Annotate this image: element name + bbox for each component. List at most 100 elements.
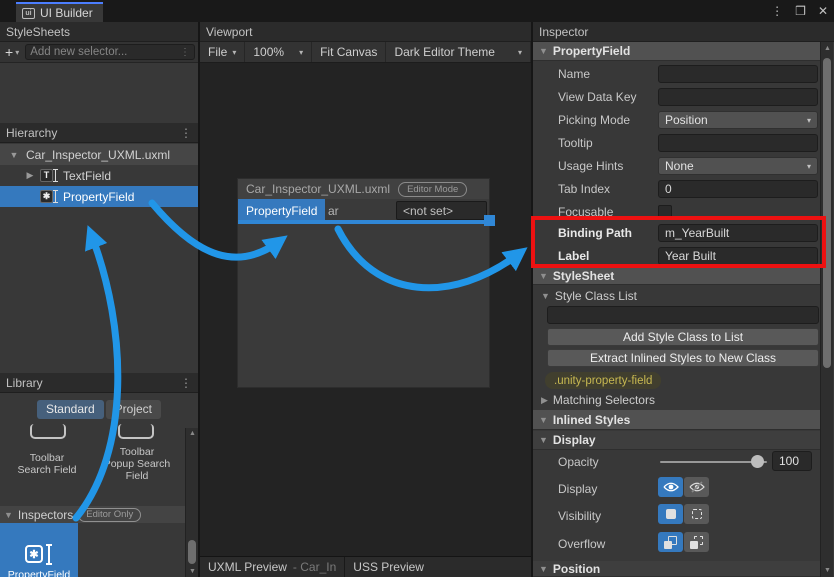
scroll-down-icon[interactable]: ▼	[186, 568, 199, 575]
ibeam-icon	[55, 169, 58, 182]
tab-standard[interactable]: Standard	[37, 400, 104, 419]
hierarchy-menu-icon[interactable]: ⋮	[180, 126, 192, 140]
file-menu[interactable]: File ▾	[200, 42, 245, 62]
red-highlight-box	[531, 216, 826, 268]
section-propertyfield[interactable]: ▼ PropertyField	[533, 42, 820, 61]
propertyfield-tile-icon: ✱	[24, 543, 54, 569]
visibility-hidden-toggle[interactable]	[684, 504, 709, 524]
viewport-toolbar: File ▾ 100% ▾ Fit Canvas Dark Editor The…	[200, 42, 531, 63]
scrollbar-thumb[interactable]	[188, 540, 196, 564]
tree-row-root[interactable]: ▼ Car_Inspector_UXML.uxml	[0, 144, 198, 165]
row-visibility: Visibility	[533, 506, 820, 526]
selection-resize-handle[interactable]	[484, 215, 495, 226]
library-tile-propertyfield[interactable]: ✱ PropertyField	[0, 523, 78, 577]
canvas[interactable]: Car_Inspector_UXML.uxml Editor Mode Prop…	[237, 178, 490, 388]
inspectors-category-label: Inspectors	[18, 508, 73, 522]
tree-row-textfield[interactable]: ▶ T TextField	[0, 165, 198, 186]
visibility-visible-toggle[interactable]	[658, 504, 683, 524]
tab-index-input[interactable]: 0	[658, 180, 818, 198]
name-input[interactable]	[658, 65, 818, 83]
section-display-label: Display	[553, 433, 596, 447]
matching-selectors-foldout[interactable]: ▶ Matching Selectors	[533, 391, 820, 409]
add-style-class-button[interactable]: Add Style Class to List	[547, 328, 819, 346]
element-value-field[interactable]: <not set>	[396, 201, 487, 220]
editor-only-badge: Editor Only	[78, 508, 141, 522]
tree-row-propertyfield[interactable]: ✱ PropertyField	[0, 186, 198, 207]
library-item-label: Search Field	[4, 464, 90, 476]
section-position[interactable]: ▼ Position	[533, 561, 820, 577]
window-menu-icon[interactable]: ⋮	[771, 4, 783, 18]
row-opacity: Opacity 100	[533, 452, 820, 472]
foldout-closed-icon: ▶	[541, 395, 548, 406]
view-data-key-label: View Data Key	[558, 90, 637, 104]
plus-icon: +	[5, 44, 13, 60]
usage-hints-dropdown[interactable]: None ▾	[658, 157, 818, 175]
picking-mode-dropdown[interactable]: Position ▾	[658, 111, 818, 129]
library-menu-icon[interactable]: ⋮	[180, 376, 192, 390]
ui-builder-icon: ui	[22, 8, 35, 19]
class-pill-unity-property-field[interactable]: .unity-property-field	[545, 372, 661, 389]
file-menu-label: File	[208, 45, 227, 59]
eye-off-icon	[689, 481, 705, 493]
canvas-header[interactable]: Car_Inspector_UXML.uxml Editor Mode	[238, 179, 489, 199]
opacity-slider-knob[interactable]	[751, 455, 764, 468]
maximize-icon[interactable]: ❒	[795, 4, 806, 18]
canvas-element-row[interactable]: PropertyField ar <not set>	[238, 199, 489, 222]
scroll-down-icon[interactable]: ▼	[821, 567, 834, 574]
foldout-closed-icon[interactable]: ▶	[24, 170, 36, 181]
zoom-level-value: 100%	[253, 45, 284, 59]
selector-placeholder: Add new selector...	[30, 46, 127, 58]
picking-mode-value: Position	[665, 113, 708, 127]
tree-root-label: Car_Inspector_UXML.uxml	[26, 148, 170, 162]
overflow-visible-toggle[interactable]	[658, 532, 683, 552]
toolbar-popup-search-field-icon[interactable]	[118, 424, 154, 439]
opacity-value-input[interactable]: 100	[772, 451, 812, 471]
foldout-open-icon: ▼	[539, 564, 548, 574]
theme-dropdown[interactable]: Dark Editor Theme ▾	[386, 42, 531, 62]
view-data-key-input[interactable]	[658, 88, 818, 106]
library-item-toolbar-popup-search-field[interactable]: Toolbar Popup Search Field	[94, 446, 180, 482]
tab-uxml-preview[interactable]: UXML Preview - Car_In	[200, 557, 344, 577]
add-selector-button[interactable]: + ▾	[3, 44, 21, 60]
inspectors-category-header[interactable]: ▼ Inspectors Editor Only	[0, 506, 185, 523]
tab-project[interactable]: Project	[106, 400, 161, 419]
caret-down-icon: ▾	[807, 116, 811, 125]
display-visible-toggle[interactable]	[658, 477, 683, 497]
zoom-dropdown[interactable]: 100% ▾	[245, 42, 312, 62]
scroll-up-icon[interactable]: ▲	[186, 430, 199, 437]
display-hidden-toggle[interactable]	[684, 477, 709, 497]
style-class-list-foldout[interactable]: ▼ Style Class List	[533, 287, 820, 305]
tab-uss-preview[interactable]: USS Preview	[345, 557, 432, 577]
element-label-fragment: ar	[328, 204, 339, 218]
section-stylesheet[interactable]: ▼ StyleSheet	[533, 267, 820, 285]
scroll-up-icon[interactable]: ▲	[821, 45, 834, 52]
inspector-scrollbar[interactable]: ▲ ▼	[820, 42, 833, 577]
foldout-open-icon: ▼	[539, 271, 548, 281]
stylesheets-toolbar: + ▾ Add new selector... ⋮	[0, 42, 198, 63]
section-inlined-styles[interactable]: ▼ Inlined Styles	[533, 410, 820, 430]
scrollbar-thumb[interactable]	[823, 58, 831, 368]
selector-options-icon[interactable]: ⋮	[180, 47, 190, 58]
overflow-hidden-toggle[interactable]	[684, 532, 709, 552]
library-scrollbar[interactable]: ▲ ▼	[185, 428, 198, 577]
tab-index-label: Tab Index	[558, 182, 610, 196]
filled-square-icon	[666, 509, 676, 519]
extract-inlined-styles-button[interactable]: Extract Inlined Styles to New Class	[547, 349, 819, 367]
uxml-preview-label: UXML Preview	[208, 560, 287, 574]
selected-element-chip[interactable]: PropertyField	[238, 199, 325, 222]
style-class-list-label: Style Class List	[555, 289, 637, 303]
section-display[interactable]: ▼ Display	[533, 431, 820, 450]
style-class-input[interactable]	[547, 306, 819, 324]
fit-canvas-button[interactable]: Fit Canvas	[312, 42, 386, 62]
toolbar-search-field-icon[interactable]	[30, 424, 66, 439]
new-selector-input[interactable]: Add new selector... ⋮	[25, 44, 195, 60]
tab-ui-builder[interactable]: ui UI Builder	[16, 2, 103, 22]
hierarchy-title: Hierarchy	[6, 126, 57, 140]
library-item-toolbar-search-field[interactable]: Toolbar Search Field	[4, 452, 90, 476]
overflow-label: Overflow	[558, 537, 605, 551]
foldout-open-icon[interactable]: ▼	[8, 150, 20, 160]
propertyfield-icon: ✱	[40, 190, 53, 203]
uxml-preview-suffix: - Car_In	[293, 560, 336, 574]
close-icon[interactable]: ✕	[818, 4, 828, 18]
tooltip-input[interactable]	[658, 134, 818, 152]
